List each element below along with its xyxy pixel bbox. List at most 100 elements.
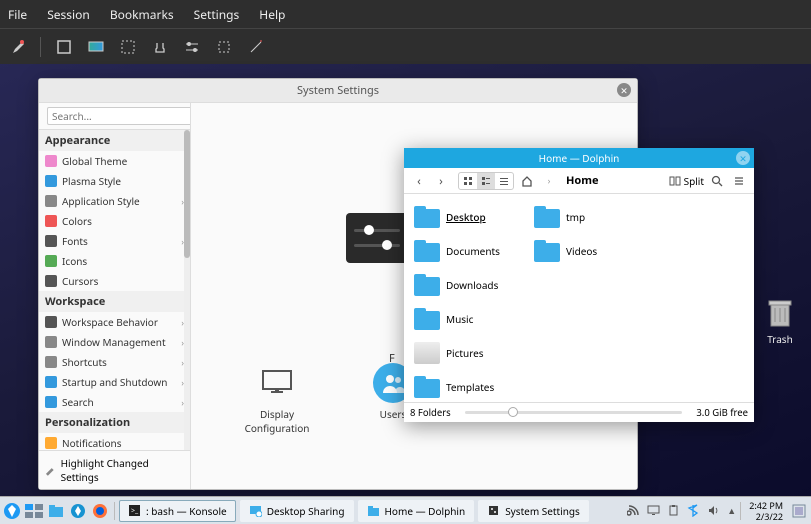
wand-icon[interactable] <box>247 38 265 56</box>
forward-button[interactable]: › <box>432 172 450 190</box>
folder-icon <box>414 376 440 398</box>
menu-session[interactable]: Session <box>47 6 90 23</box>
shortcut-icon <box>45 356 57 368</box>
app-launcher-icon[interactable] <box>2 501 22 521</box>
folder-pictures[interactable]: Pictures <box>410 336 520 370</box>
back-button[interactable]: ‹ <box>410 172 428 190</box>
discover-launcher-icon[interactable] <box>68 501 88 521</box>
folder-label: Templates <box>446 380 494 394</box>
pager-icon[interactable] <box>24 501 44 521</box>
task-settings[interactable]: System Settings <box>478 500 589 522</box>
trash-desktop-icon[interactable]: Trash <box>765 296 795 346</box>
crop-icon[interactable] <box>215 38 233 56</box>
tray-expand-icon[interactable]: ▲ <box>727 504 736 517</box>
sidebar-item-plasma-style[interactable]: Plasma Style <box>39 171 190 191</box>
details-view-button[interactable] <box>495 173 513 189</box>
clock[interactable]: 2:42 PM 2/3/22 <box>745 500 787 522</box>
sidebar-item-search[interactable]: Search› <box>39 392 190 412</box>
breadcrumb-home[interactable]: Home <box>566 173 599 188</box>
folder-label: tmp <box>566 210 585 224</box>
dolphin-titlebar[interactable]: Home — Dolphin ✕ <box>404 148 754 168</box>
sidebar-item-cursors[interactable]: Cursors <box>39 271 190 291</box>
folder-downloads[interactable]: Downloads <box>410 268 520 302</box>
firefox-launcher-icon[interactable] <box>90 501 110 521</box>
sidebar-item-shortcuts[interactable]: Shortcuts› <box>39 352 190 372</box>
sidebar-item-label: Icons <box>62 254 87 268</box>
folder-label: Music <box>446 312 473 326</box>
select-area-icon[interactable] <box>119 38 137 56</box>
rss-tray-icon[interactable] <box>627 504 640 517</box>
search-input[interactable] <box>47 107 191 125</box>
menu-settings[interactable]: Settings <box>194 6 240 23</box>
free-space: 3.0 GiB free <box>696 406 748 419</box>
settings-slider-icon[interactable] <box>183 38 201 56</box>
sidebar-item-workspace-behavior[interactable]: Workspace Behavior› <box>39 312 190 332</box>
folder-desktop[interactable]: Desktop <box>410 200 520 234</box>
folder-label: Downloads <box>446 278 498 292</box>
display-configuration-item[interactable]: Display Configuration <box>241 363 313 435</box>
dolphin-launcher-icon[interactable] <box>46 501 66 521</box>
sidebar-scrollbar[interactable] <box>184 130 190 450</box>
home-button[interactable] <box>518 172 536 190</box>
folder-icon <box>534 240 560 262</box>
folder-icon <box>414 308 440 330</box>
bell-icon <box>45 437 57 449</box>
show-desktop-icon[interactable] <box>789 501 809 521</box>
folder-documents[interactable]: Documents <box>410 234 520 268</box>
bluetooth-tray-icon[interactable] <box>687 504 700 517</box>
sidebar-item-startup-and-shutdown[interactable]: Startup and Shutdown› <box>39 372 190 392</box>
palette-icon <box>45 155 57 167</box>
dolphin-window: Home — Dolphin ✕ ‹ › › Home Split Deskto… <box>404 148 754 422</box>
sidebar-item-icons[interactable]: Icons <box>39 251 190 271</box>
menu-file[interactable]: File <box>8 6 27 23</box>
zoom-slider[interactable] <box>459 411 689 414</box>
split-button[interactable]: Split <box>669 174 704 188</box>
sidebar-item-fonts[interactable]: Fonts› <box>39 231 190 251</box>
sidebar-item-notifications[interactable]: Notifications <box>39 433 190 450</box>
fonts-icon <box>45 235 57 247</box>
sidebar-item-global-theme[interactable]: Global Theme <box>39 151 190 171</box>
compact-view-button[interactable] <box>477 173 495 189</box>
breadcrumb-separator-icon: › <box>540 172 558 190</box>
folder-icon <box>414 342 440 364</box>
search-button[interactable] <box>708 172 726 190</box>
dolphin-close-button[interactable]: ✕ <box>736 151 750 165</box>
icons-view-button[interactable] <box>459 173 477 189</box>
dolphin-file-view[interactable]: DesktopDocuments Downloads Music Pictures Te… <box>404 194 754 402</box>
highlight-changed-button[interactable]: Highlight Changed Settings <box>39 450 190 489</box>
folder-templates[interactable]: Templates <box>410 370 520 402</box>
task-konsole[interactable]: >_: bash — Konsole <box>119 500 236 522</box>
task-desktop-sharing[interactable]: Desktop Sharing <box>240 500 354 522</box>
pan-icon[interactable] <box>151 38 169 56</box>
menu-help[interactable]: Help <box>259 6 285 23</box>
display-tray-icon[interactable] <box>647 504 660 517</box>
fullscreen-icon[interactable] <box>55 38 73 56</box>
settings-titlebar[interactable]: System Settings ✕ <box>39 79 637 103</box>
sidebar-item-label: Notifications <box>62 436 121 450</box>
menu-button[interactable] <box>730 172 748 190</box>
settings-hero-icon <box>346 213 408 263</box>
menu-bookmarks[interactable]: Bookmarks <box>110 6 174 23</box>
folder-icon <box>414 240 440 262</box>
sidebar-item-label: Plasma Style <box>62 174 121 188</box>
folder-videos[interactable]: Videos <box>530 234 640 268</box>
color-picker-icon[interactable] <box>8 38 26 56</box>
app-menubar: File Session Bookmarks Settings Help <box>0 0 811 28</box>
task-dolphin[interactable]: Home — Dolphin <box>358 500 475 522</box>
sidebar-item-label: Fonts <box>62 234 88 248</box>
sidebar-item-label: Application Style <box>62 194 140 208</box>
sidebar-category-header: Appearance <box>39 130 190 151</box>
folder-music[interactable]: Music <box>410 302 520 336</box>
settings-close-button[interactable]: ✕ <box>617 83 631 97</box>
sidebar-item-window-management[interactable]: Window Management› <box>39 332 190 352</box>
clipboard-tray-icon[interactable] <box>667 504 680 517</box>
search-icon <box>45 396 57 408</box>
sidebar-item-colors[interactable]: Colors <box>39 211 190 231</box>
view-mode-switcher <box>458 172 514 190</box>
folder-tmp[interactable]: tmp <box>530 200 640 234</box>
plasma-icon <box>45 175 57 187</box>
monitor-icon[interactable] <box>87 38 105 56</box>
window-icon <box>45 336 57 348</box>
volume-tray-icon[interactable] <box>707 504 720 517</box>
sidebar-item-application-style[interactable]: Application Style› <box>39 191 190 211</box>
